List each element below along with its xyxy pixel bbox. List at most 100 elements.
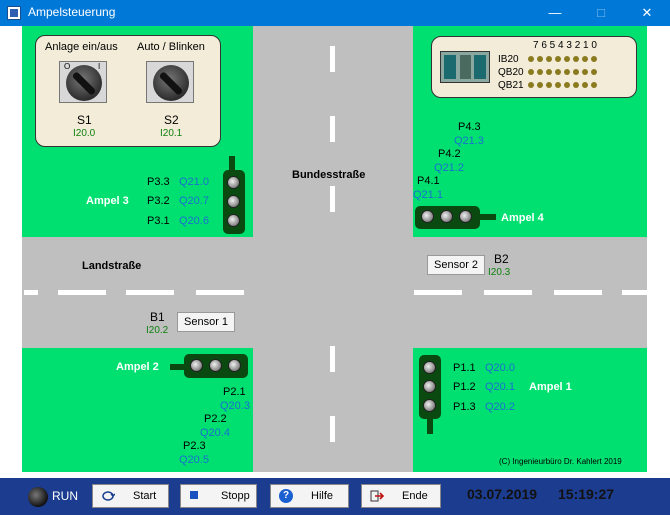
run-led-icon [28,487,48,507]
s2-name: S2 [164,113,179,127]
app-icon [7,6,21,20]
lane-marking [330,416,335,442]
close-button[interactable]: ✕ [624,0,670,26]
lamp-p1-3 [423,399,436,412]
lamp-p1-1 [423,361,436,374]
s2-address: I20.1 [160,128,183,139]
lamp-p3-3 [227,176,240,189]
b1-address: I20.2 [146,325,169,336]
lane-marking [330,46,335,72]
p2-1-address: Q20.3 [220,400,250,412]
ende-button[interactable]: Ende [361,484,441,508]
lane-marking [58,290,106,295]
plc-row-label: IB20 [498,54,519,65]
grass-bottom-right [413,348,647,472]
p4-1-address: Q21.1 [413,189,443,201]
p3-1-label: P3.1 [147,215,170,227]
plc-row-qb20: QB20 [498,67,600,78]
p2-3-address: Q20.5 [179,454,209,466]
plc-module-icon [440,51,490,83]
ende-label: Ende [402,490,428,502]
ampel-1-pole [427,418,433,434]
lane-marking [330,116,335,142]
lane-marking [330,186,335,212]
b2-label: B2 [494,252,509,266]
p1-1-label: P1.1 [453,362,476,374]
date-display: 03.07.2019 [467,486,538,502]
ampel-4-label: Ampel 4 [501,212,544,224]
p1-2-address: Q20.1 [485,381,515,393]
hilfe-button[interactable]: ? Hilfe [270,484,349,508]
lane-marking [414,290,462,295]
run-label: RUN [52,489,78,503]
lane-marking [24,290,38,295]
p1-3-label: P1.3 [453,401,476,413]
lane-marking [196,290,244,295]
hilfe-label: Hilfe [311,490,334,502]
help-icon: ? [279,489,293,503]
lane-marking [554,290,602,295]
switch-off-mark: O [64,62,71,71]
exit-icon [370,490,384,502]
stopp-label: Stopp [221,490,250,502]
p3-3-label: P3.3 [147,176,170,188]
lamp-p2-1 [228,359,241,372]
start-button[interactable]: Start [92,484,169,508]
road-label-landstrasse: Landstraße [82,260,142,272]
switch-panel: Anlage ein/aus Auto / Blinken O I S1 I20… [35,35,221,147]
p4-1-label: P4.1 [417,175,440,187]
traffic-light-1 [419,355,441,419]
ampel-3-label: Ampel 3 [86,195,129,207]
p3-2-address: Q20.7 [179,195,209,207]
lamp-p4-3 [459,210,472,223]
lamp-p4-1 [421,210,434,223]
sensor-2-button[interactable]: Sensor 2 [427,255,486,275]
lane-marking [330,346,335,372]
lamp-p3-2 [227,195,240,208]
s1-title: Anlage ein/aus [45,41,118,53]
switch-on-mark: I [98,62,101,71]
p1-3-address: Q20.2 [485,401,515,413]
stop-icon [190,491,198,499]
p2-2-address: Q20.4 [200,427,230,439]
s2-title: Auto / Blinken [137,41,205,53]
p2-3-label: P2.3 [183,440,206,452]
lamp-p1-2 [423,380,436,393]
plc-bits-header: 7 6 5 4 3 2 1 0 [533,40,597,51]
s1-address: I20.0 [73,128,96,139]
app-window: Ampelsteuerung — □ ✕ Bundesstraße Landst… [0,0,670,515]
s1-name: S1 [77,113,92,127]
p1-2-label: P1.2 [453,381,476,393]
intersection-field: Bundesstraße Landstraße Anlage ein/aus A… [22,26,647,472]
ampel-4-pole [480,214,496,220]
lane-marking [622,290,647,295]
copyright: (C) Ingenieurbüro Dr. Kahlert 2019 [499,457,622,466]
traffic-light-4 [415,206,480,229]
switch-s1[interactable]: O I [59,61,107,103]
cycle-icon [102,491,115,501]
stopp-button[interactable]: Stopp [180,484,257,508]
sensor-1-button[interactable]: Sensor 1 [177,312,236,332]
bottom-toolbar: RUN Start Stopp ? Hilfe Ende 03.07.2019 … [0,478,670,515]
plc-row-label: QB21 [498,80,524,91]
lamp-p2-3 [190,359,203,372]
p4-2-label: P4.2 [438,148,461,160]
plc-row-label: QB20 [498,67,524,78]
maximize-button[interactable]: □ [578,0,624,26]
b1-label: B1 [150,310,165,324]
ampel-2-label: Ampel 2 [116,361,159,373]
start-label: Start [133,490,157,502]
lamp-p3-1 [227,214,240,227]
traffic-light-3 [223,170,245,234]
title-bar[interactable]: Ampelsteuerung — □ ✕ [0,0,670,26]
plc-row-ib20: IB20 [498,54,600,65]
b2-address: I20.3 [488,267,511,278]
lamp-p4-2 [440,210,453,223]
p4-3-label: P4.3 [458,121,481,133]
ampel-1-label: Ampel 1 [529,381,572,393]
plc-status-panel: 7 6 5 4 3 2 1 0 IB20 QB20 QB21 [431,36,637,98]
p3-3-address: Q21.0 [179,176,209,188]
minimize-button[interactable]: — [532,0,578,26]
switch-s2[interactable] [146,61,194,103]
window-title: Ampelsteuerung [28,5,116,19]
